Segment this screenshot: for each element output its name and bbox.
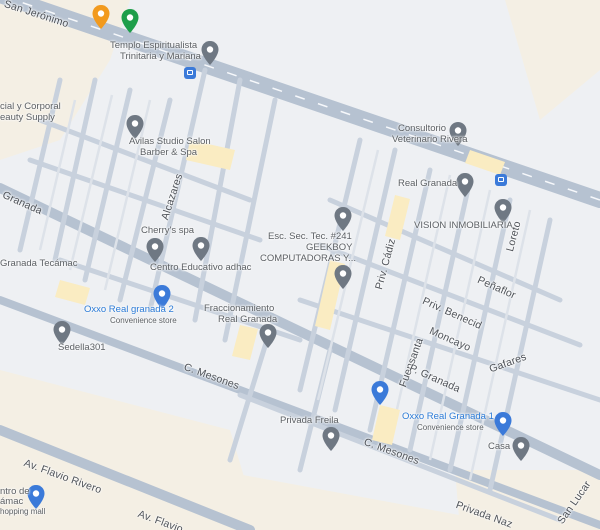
poi-label-shopping: hopping mall (0, 507, 46, 516)
poi-label-granada-tecamac: Granada Tecámac (0, 258, 78, 269)
poi-label-comercial-2: eauty Supply (0, 112, 55, 123)
poi-label-esc: Esc. Sec. Tec. #241 (268, 231, 352, 242)
poi-label-consultorio-2: Veterinario Rivera (392, 134, 468, 145)
poi-label-centro-educativo: Centro Educativo adhac (150, 262, 252, 273)
poi-label-privada-freila: Privada Freila (280, 415, 339, 426)
poi-label-geekboy-2: COMPUTADORAS Y... (260, 253, 357, 264)
poi-label-consultorio: Consultorio (398, 123, 447, 134)
poi-label-avilas: Avilas Studio Salon (129, 136, 211, 147)
poi-label-real-granada: Real Granada (398, 178, 458, 189)
real-granada-pin-icon[interactable] (455, 172, 475, 198)
templo-pin-icon[interactable] (200, 40, 220, 66)
poi-label-sedella: Sedella301 (58, 342, 106, 353)
poi-label-vision: VISION INMOBILIARIA (414, 220, 513, 231)
poi-label-templo: Templo Espiritualista (110, 40, 198, 51)
casa-pin-icon[interactable] (511, 436, 531, 462)
centro-educativo-pin-icon[interactable] (191, 236, 211, 262)
esc-pin-icon[interactable] (333, 206, 353, 232)
poi-label-fraccionamiento-2: Real Granada (218, 314, 278, 325)
bus-stop-icon[interactable] (495, 174, 507, 186)
geekboy-pin-icon[interactable] (333, 264, 353, 290)
poi-label-fraccionamiento: Fraccionamiento (204, 303, 275, 314)
poi-label-oxxo-1: Oxxo Real granada 2 (84, 304, 174, 315)
fraccionamiento-pin-icon[interactable] (258, 323, 278, 349)
cherrys-pin-icon[interactable] (145, 237, 165, 263)
bus-stop-icon[interactable] (184, 67, 196, 79)
poi-label-comercial: cial y Corporal (0, 101, 61, 112)
restaurant-pin-icon[interactable] (91, 4, 111, 30)
poi-label-oxxo-2: Oxxo Real Granada 1 (402, 411, 494, 422)
poi-label-casa: Casa (488, 441, 511, 452)
poi-label-geekboy: GEEKBOY (306, 242, 353, 253)
poi-label-oxxo-2-sub: Convenience store (417, 423, 484, 432)
oxxo-2-pin-icon[interactable] (493, 411, 513, 437)
cart-pin-icon[interactable] (370, 380, 390, 406)
shopping-pin-icon[interactable] (120, 8, 140, 34)
poi-label-oxxo-1-sub: Convenience store (110, 316, 177, 325)
poi-label-avilas-2: Barber & Spa (140, 147, 198, 158)
privada-freila-pin-icon[interactable] (321, 426, 341, 452)
poi-label-templo-2: Trinitaria y Mariana (120, 51, 201, 62)
map-viewport[interactable]: San Jerónimo Templo Espiritualista Trini… (0, 0, 600, 530)
poi-label-cherrys: Cherry's spa (141, 225, 195, 236)
